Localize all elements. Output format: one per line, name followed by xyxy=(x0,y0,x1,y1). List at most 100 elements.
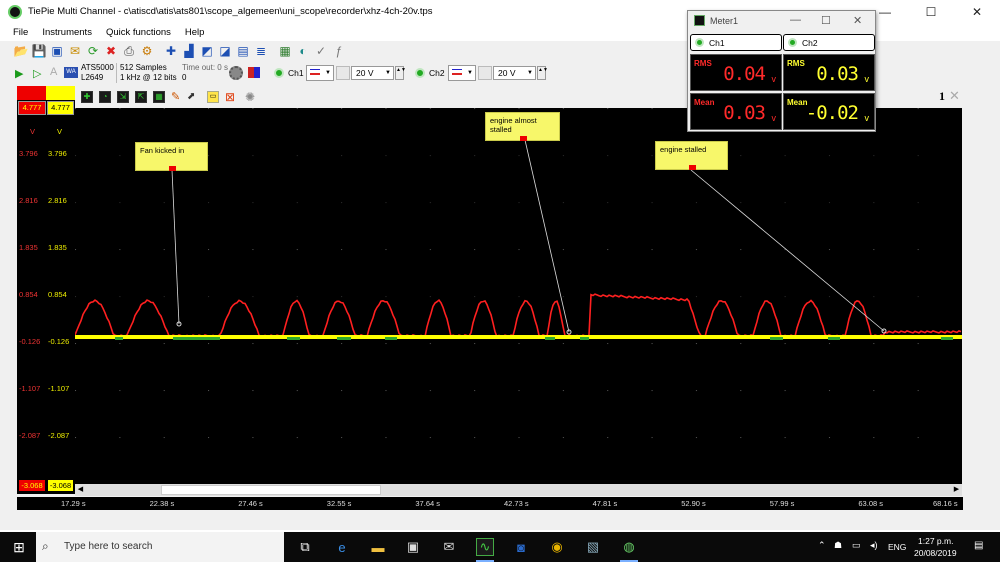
function-icon[interactable]: ƒ xyxy=(331,43,347,59)
ch1-auto-range[interactable] xyxy=(336,66,350,80)
ch2-range-select[interactable]: 20 V ▼ xyxy=(493,66,536,80)
tray-battery-icon[interactable]: ▭ xyxy=(852,540,861,551)
file-explorer-icon[interactable]: ▬ xyxy=(369,538,387,556)
meter-tab-ch1[interactable]: Ch1 xyxy=(690,34,782,51)
menu-file[interactable]: File xyxy=(13,27,28,38)
scroll-right-icon[interactable]: ▶ xyxy=(951,484,962,496)
tiepie-app-icon[interactable]: ∿ xyxy=(476,538,494,556)
graph-stack-icon[interactable]: ≣ xyxy=(253,43,269,59)
tray-date[interactable]: 20/08/2019 xyxy=(914,548,957,558)
windows-start-icon[interactable]: ⊞ xyxy=(10,538,28,556)
ch2-top-value[interactable]: 4.777 xyxy=(47,101,74,115)
auto-icon[interactable]: A xyxy=(50,66,57,78)
timeout-value[interactable]: 0 xyxy=(182,73,186,82)
meter-minimize-button[interactable]: — xyxy=(790,14,801,26)
time-scrollbar[interactable]: ◀ ▶ xyxy=(75,484,962,496)
annotation-handle[interactable] xyxy=(689,165,696,170)
close-button[interactable]: ✕ xyxy=(954,0,1000,24)
ch2-bottom-value[interactable]: -3.068 xyxy=(48,480,73,491)
delete-icon[interactable]: ✖ xyxy=(103,43,119,59)
meter-maximize-button[interactable]: ☐ xyxy=(821,14,831,27)
scope-close-icon[interactable]: ✕ xyxy=(949,88,960,104)
chrome-icon[interactable]: ◉ xyxy=(548,538,566,556)
ch2-range-spinner[interactable]: ▲▼ xyxy=(537,66,548,80)
scope-settings-icon[interactable]: ✺ xyxy=(245,90,255,104)
color-icon[interactable] xyxy=(248,67,260,78)
single-shot-icon[interactable]: ▷ xyxy=(33,67,41,80)
edge-icon[interactable]: e xyxy=(333,538,351,556)
graph-split-icon[interactable]: ▤ xyxy=(235,43,251,59)
ch1-top-value[interactable]: 4.777 xyxy=(18,101,46,115)
taskbar-search-box[interactable]: ⌕ Type here to search xyxy=(36,532,284,562)
scope-auto-icon[interactable]: ◔ xyxy=(99,91,111,103)
ch1-enable-icon[interactable] xyxy=(274,68,284,78)
coupling-dc-icon xyxy=(452,69,462,75)
save-icon[interactable]: 💾 xyxy=(31,43,47,59)
print-icon[interactable]: ⎙ xyxy=(121,43,137,59)
ch1-range-spinner[interactable]: ▲▼ xyxy=(395,66,406,80)
tray-chevron-icon[interactable]: ⌃ xyxy=(818,540,826,551)
trigger-marker xyxy=(545,337,555,340)
scroll-thumb[interactable] xyxy=(161,485,381,495)
ch2-coupling-select[interactable]: ▼ xyxy=(448,65,476,81)
ch2-auto-range[interactable] xyxy=(478,66,492,80)
ch1-bottom-value[interactable]: -3.068 xyxy=(19,480,45,491)
tray-time[interactable]: 1:27 p.m. xyxy=(918,536,953,546)
menu-instruments[interactable]: Instruments xyxy=(42,27,92,38)
meter-close-button[interactable]: ✕ xyxy=(853,14,862,27)
task-view-icon[interactable]: ⧉ xyxy=(296,538,314,556)
scope-plot[interactable]: Fan kicked in engine almost stalled engi… xyxy=(75,108,962,484)
remote-desktop-icon[interactable]: ▧ xyxy=(584,538,602,556)
ch1-tick-label: 0.854 xyxy=(19,290,38,299)
recorder-icon[interactable]: ◐ xyxy=(295,43,311,59)
ch1-range-select[interactable]: 20 V ▼ xyxy=(351,66,394,80)
add-graph-icon[interactable]: ✚ xyxy=(163,43,179,59)
scope-note-icon[interactable]: ▭ xyxy=(207,91,219,103)
tray-volume-icon[interactable]: ◂) xyxy=(870,540,878,551)
annotation-engine-almost-stalled[interactable]: engine almost stalled xyxy=(485,112,560,141)
start-icon[interactable]: ▶ xyxy=(15,67,23,80)
time-tick-label: 32.55 s xyxy=(326,499,352,508)
ch2-axis-header[interactable] xyxy=(46,86,75,100)
divider xyxy=(116,63,117,83)
annotation-handle[interactable] xyxy=(169,166,176,171)
sample-count[interactable]: 512 Samples xyxy=(120,63,167,72)
menu-help[interactable]: Help xyxy=(185,27,205,38)
notifications-icon[interactable]: ▤ xyxy=(974,540,983,551)
annotation-fan-kicked-in[interactable]: Fan kicked in xyxy=(135,142,208,171)
menu-quick-functions[interactable]: Quick functions xyxy=(106,27,171,38)
meter-tab-ch2[interactable]: Ch2 xyxy=(783,34,875,51)
meter-icon[interactable]: ▦ xyxy=(277,43,293,59)
annotation-engine-stalled[interactable]: engine stalled xyxy=(655,141,728,170)
ch1-axis-header[interactable] xyxy=(17,86,46,100)
scope-pen-icon[interactable]: ✎ xyxy=(171,91,183,103)
scope-cursor-icon[interactable]: ⇲ xyxy=(117,91,129,103)
refresh-icon[interactable]: ⟳ xyxy=(85,43,101,59)
ch2-enable-icon[interactable] xyxy=(415,68,425,78)
tray-network-icon[interactable]: ☗ xyxy=(834,540,842,551)
outlook-icon[interactable]: ◙ xyxy=(512,538,530,556)
graph-icon[interactable]: ▟ xyxy=(181,43,197,59)
graph-xy-icon[interactable]: ◩ xyxy=(199,43,215,59)
tiepie-meter-icon[interactable]: ◍ xyxy=(620,538,638,556)
scope-zoom-icon[interactable]: ✚ xyxy=(81,91,93,103)
ch1-coupling-select[interactable]: ▼ xyxy=(306,65,334,81)
scope-marker-icon[interactable]: ⇱ xyxy=(135,91,147,103)
annotation-handle[interactable] xyxy=(520,136,527,141)
scope-delete-note-icon[interactable]: ⊠ xyxy=(225,90,235,104)
mail-icon[interactable]: ✉ xyxy=(440,538,458,556)
mail-icon[interactable]: ✉ xyxy=(67,43,83,59)
check-icon[interactable]: ✓ xyxy=(313,43,329,59)
settings-gear-icon[interactable]: ⚙ xyxy=(139,43,155,59)
scope-pointer-icon[interactable]: ⬈ xyxy=(187,91,199,103)
save-as-icon[interactable]: ▣ xyxy=(49,43,65,59)
store-icon[interactable]: ▣ xyxy=(404,538,422,556)
tray-language[interactable]: ENG xyxy=(888,542,906,552)
maximize-button[interactable]: ☐ xyxy=(908,0,954,24)
scroll-left-icon[interactable]: ◀ xyxy=(75,484,86,496)
trigger-gear-icon[interactable] xyxy=(229,66,243,80)
graph-channel-icon[interactable]: ◪ xyxy=(217,43,233,59)
open-folder-icon[interactable]: 📂 xyxy=(13,43,29,59)
sample-rate[interactable]: 1 kHz @ 12 bits xyxy=(120,73,177,82)
scope-grid-icon[interactable]: ▦ xyxy=(153,91,165,103)
